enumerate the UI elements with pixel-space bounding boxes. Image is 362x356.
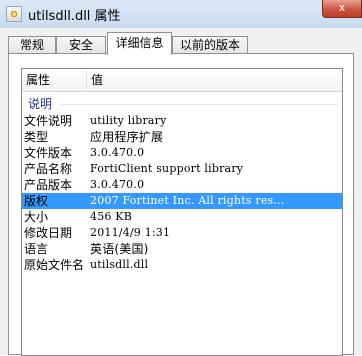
list-item[interactable]: 文件版本 3.0.470.0: [22, 145, 342, 161]
list-header: 属性 值: [22, 69, 342, 92]
property-name: 类型: [24, 130, 49, 144]
property-value: 3.0.470.0: [90, 146, 145, 159]
property-name: 语言: [24, 242, 49, 256]
property-value: 2011/4/9 1:31: [90, 226, 171, 239]
property-name: 文件版本: [24, 146, 73, 160]
tab-general[interactable]: 常规: [8, 36, 56, 54]
list-item[interactable]: 文件说明 utility library: [22, 113, 342, 129]
column-header-value[interactable]: 值: [87, 69, 341, 91]
list-item[interactable]: 类型 应用程序扩展: [22, 129, 342, 145]
column-header-property[interactable]: 属性: [22, 69, 86, 91]
property-name: 文件说明: [24, 114, 73, 128]
details-panel: 属性 值 说明 文件说明 utility library 类型 应用程序扩展 文…: [8, 53, 354, 356]
dll-file-icon: [6, 6, 22, 22]
title-bar[interactable]: utilsdll.dll 属性 x: [0, 0, 362, 28]
property-value: 456 KB: [90, 210, 132, 223]
property-value: 应用程序扩展: [90, 130, 164, 144]
list-item[interactable]: 产品名称 FortiClient support library: [22, 161, 342, 177]
property-name: 版权: [24, 194, 49, 208]
tab-details[interactable]: 详细信息: [107, 32, 172, 55]
property-name: 原始文件名: [24, 258, 85, 272]
property-value: 2007 Fortinet Inc. All rights res...: [90, 194, 285, 207]
list-item[interactable]: 产品版本 3.0.470.0: [22, 177, 342, 193]
property-name: 大小: [24, 210, 49, 224]
details-list[interactable]: 属性 值 说明 文件说明 utility library 类型 应用程序扩展 文…: [21, 68, 343, 356]
property-value: 3.0.470.0: [90, 178, 145, 191]
close-button[interactable]: x: [322, 0, 362, 18]
group-header-description: 说明: [28, 97, 53, 111]
list-item[interactable]: 原始文件名 utilsdll.dll: [22, 257, 342, 273]
property-name: 产品名称: [24, 162, 73, 176]
tab-security[interactable]: 安全: [56, 36, 106, 54]
property-name: 修改日期: [24, 226, 73, 240]
properties-dialog: 常规 安全 详细信息 以前的版本 属性 值 说明 文件说明 utility li…: [0, 28, 362, 356]
window-title: utilsdll.dll 属性: [28, 9, 121, 24]
list-item-selected[interactable]: 版权 2007 Fortinet Inc. All rights res...: [22, 193, 342, 209]
property-value: utility library: [90, 114, 167, 127]
group-divider: [60, 104, 338, 105]
property-value: 英语(美国): [90, 242, 149, 256]
property-value: FortiClient support library: [90, 162, 244, 175]
tab-previous-versions[interactable]: 以前的版本: [172, 36, 248, 54]
list-item[interactable]: 大小 456 KB: [22, 209, 342, 225]
list-item[interactable]: 修改日期 2011/4/9 1:31: [22, 225, 342, 241]
property-value: utilsdll.dll: [90, 258, 149, 271]
property-name: 产品版本: [24, 178, 73, 192]
list-item[interactable]: 语言 英语(美国): [22, 241, 342, 257]
